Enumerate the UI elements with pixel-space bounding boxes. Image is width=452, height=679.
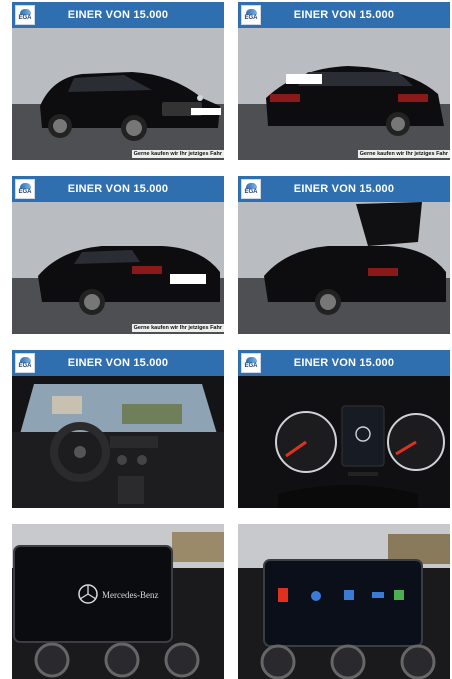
banner-title: EINER VON 15.000 [293,357,395,369]
gallery-tile-rear[interactable]: EGA EINER VON 15.000 Gerne kaufen wir Ih… [238,2,450,160]
banner-title: EINER VON 15.000 [293,183,395,195]
interior-photo-dashboard [12,376,224,508]
gallery-tile-front-left[interactable]: EGA EINER VON 15.000 Gerne kaufen wir Ih… [12,2,224,160]
car-photo-rear-left [12,202,224,334]
ega-logo: EGA [241,179,261,199]
ega-logo: EGA [241,5,261,25]
infotainment-photo-menu [238,524,450,679]
gallery-tile-infotainment-logo[interactable]: Mercedes-Benz [12,524,224,679]
screen-brand-text: Mercedes-Benz [102,590,158,600]
car-photo-rear [238,28,450,160]
caption-text: Gerne kaufen wir Ihr jetziges Fahr [131,150,224,158]
instrument-cluster-photo [238,376,450,508]
ega-logo: EGA [15,179,35,199]
gallery-tile-rear-left[interactable]: EGA EINER VON 15.000 Gerne kaufen wir Ih… [12,176,224,334]
offer-banner: EGA EINER VON 15.000 [238,350,450,376]
ega-logo: EGA [15,353,35,373]
gallery-tile-instrument-cluster[interactable]: EGA EINER VON 15.000 [238,350,450,508]
offer-banner: EGA EINER VON 15.000 [238,176,450,202]
infotainment-photo-logo: Mercedes-Benz [12,524,224,679]
offer-banner: EGA EINER VON 15.000 [238,2,450,28]
offer-banner: EGA EINER VON 15.000 [12,350,224,376]
car-photo-front-left [12,28,224,160]
offer-banner: EGA EINER VON 15.000 [12,176,224,202]
banner-title: EINER VON 15.000 [67,183,169,195]
car-photo-trunk-open [238,202,450,334]
banner-title: EINER VON 15.000 [67,9,169,21]
offer-banner: EGA EINER VON 15.000 [12,2,224,28]
banner-title: EINER VON 15.000 [293,9,395,21]
gallery-tile-interior-dashboard[interactable]: EGA EINER VON 15.000 [12,350,224,508]
banner-title: EINER VON 15.000 [67,357,169,369]
gallery-tile-trunk-open[interactable]: EGA EINER VON 15.000 [238,176,450,334]
ega-logo: EGA [241,353,261,373]
ega-logo: EGA [15,5,35,25]
caption-text: Gerne kaufen wir Ihr jetziges Fahr [357,150,450,158]
caption-text: Gerne kaufen wir Ihr jetziges Fahr [131,324,224,332]
gallery-tile-infotainment-menu[interactable] [238,524,450,679]
